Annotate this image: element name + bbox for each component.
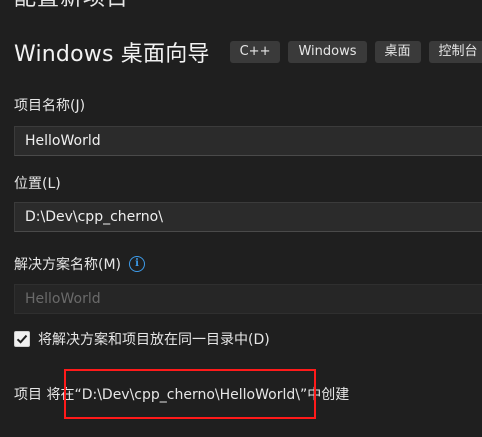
tag-desktop: 桌面 — [374, 41, 421, 63]
template-title: Windows 桌面向导 — [14, 42, 210, 67]
dialog-title-partial: 配置新项目 — [14, 0, 129, 10]
project-name-label-text: 项目名称(J) — [14, 98, 86, 114]
same-directory-checkbox[interactable] — [14, 331, 30, 347]
tag-windows: Windows — [288, 41, 367, 63]
tag-console: 控制台 — [428, 41, 482, 63]
project-name-input[interactable]: HelloWorld — [14, 126, 482, 156]
template-header: Windows 桌面向导 C++ Windows 桌面 控制台 — [14, 36, 482, 68]
checkmark-icon — [16, 334, 28, 344]
location-input[interactable]: D:\Dev\cpp_cherno\ — [14, 202, 482, 232]
tag-cpp: C++ — [229, 41, 281, 63]
info-icon[interactable]: i — [129, 256, 146, 272]
solution-name-value: HelloWorld — [25, 291, 101, 307]
solution-name-label-text: 解决方案名称(M) — [14, 257, 122, 273]
same-directory-label: 将解决方案和项目放在同一目录中(D) — [38, 332, 270, 348]
solution-name-input: HelloWorld — [14, 284, 482, 314]
same-directory-option[interactable]: 将解决方案和项目放在同一目录中(D) — [14, 329, 270, 349]
project-name-value: HelloWorld — [25, 133, 101, 149]
location-value: D:\Dev\cpp_cherno\ — [25, 209, 163, 225]
project-location-summary: 项目 将在“D:\Dev\cpp_cherno\HelloWorld\”中创建 — [14, 387, 350, 403]
location-label: 位置(L) — [14, 173, 61, 193]
project-name-label: 项目名称(J) — [14, 95, 85, 115]
solution-name-label: 解决方案名称(M) i — [14, 254, 146, 274]
template-tags: C++ Windows 桌面 控制台 — [229, 41, 482, 63]
location-label-text: 位置(L) — [14, 176, 61, 192]
